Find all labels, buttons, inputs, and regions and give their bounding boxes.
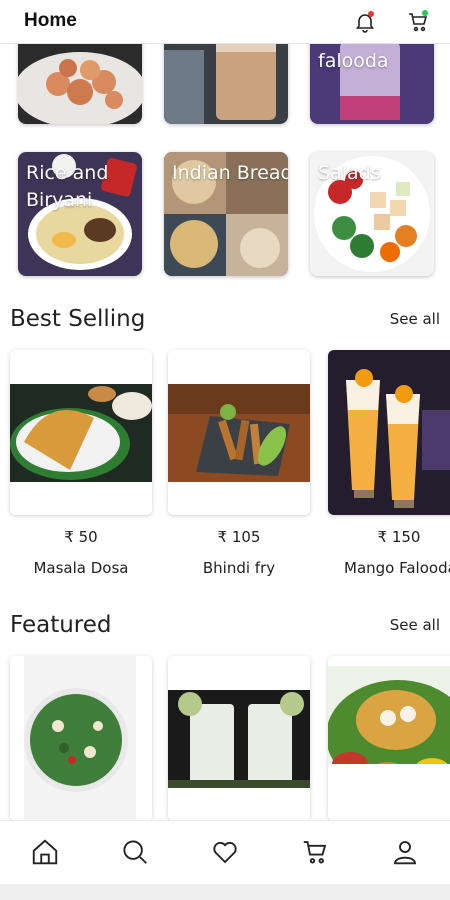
featured-title: Featured <box>10 612 112 638</box>
masala-chai-image <box>164 44 288 124</box>
shrimp-plate-image <box>18 44 142 124</box>
top-app-bar: Home <box>0 0 450 44</box>
category-tile-shrimp[interactable] <box>18 44 142 124</box>
masala-dosa-image <box>10 384 152 482</box>
category-label: Indian Bread <box>172 162 288 184</box>
product-name: Masala Dosa <box>33 559 129 577</box>
product-card-masala-dosa[interactable] <box>10 350 152 515</box>
category-tile-salads[interactable]: Salads <box>310 152 434 276</box>
featured-card-kale-salad[interactable] <box>10 656 152 820</box>
nav-profile[interactable] <box>388 835 422 869</box>
product-price: ₹ 105 <box>217 528 261 546</box>
bottom-navigation <box>0 820 450 884</box>
product-card-bhindi-fry[interactable] <box>168 350 310 515</box>
bell-icon[interactable] <box>353 10 377 34</box>
cart-icon[interactable] <box>406 10 430 34</box>
product-name: Bhindi fry <box>202 559 276 577</box>
category-tile-rice-biryani[interactable]: Rice and Biryani <box>18 152 142 276</box>
category-tile-indian-bread[interactable]: Indian Bread <box>164 152 288 276</box>
category-label: Salads <box>318 162 381 184</box>
bhindi-fry-image <box>168 384 310 482</box>
thali-platter-image <box>328 666 450 764</box>
best-selling-see-all-link[interactable]: See all <box>390 310 440 328</box>
category-label: falooda <box>318 50 389 72</box>
page-title: Home <box>24 10 77 31</box>
mango-falooda-image <box>328 350 450 515</box>
product-price: ₹ 50 <box>64 528 98 546</box>
home-content[interactable]: falooda Rice and Biryani Indian Bread Sa… <box>0 44 450 820</box>
home-icon <box>32 839 58 865</box>
featured-see-all-link[interactable]: See all <box>390 616 440 634</box>
category-tile-chai[interactable] <box>164 44 288 124</box>
category-tile-falooda[interactable]: falooda <box>310 44 434 124</box>
cart-icon <box>303 841 327 864</box>
featured-card-thali[interactable] <box>328 656 450 820</box>
featured-card-lassi[interactable] <box>168 656 310 820</box>
nav-cart[interactable] <box>298 835 332 869</box>
nav-home[interactable] <box>28 835 62 869</box>
lassi-glasses-image <box>168 690 310 788</box>
best-selling-title: Best Selling <box>10 306 146 332</box>
category-label: Rice and Biryani <box>26 162 109 211</box>
heart-icon <box>213 841 237 864</box>
product-price: ₹ 150 <box>377 528 421 546</box>
notification-dot <box>368 11 374 17</box>
nav-search[interactable] <box>118 835 152 869</box>
system-navigation-bar <box>0 884 450 900</box>
product-name: Mango Falooda <box>344 559 450 577</box>
user-icon <box>394 841 416 865</box>
product-card-mango-falooda[interactable] <box>328 350 450 515</box>
nav-favorites[interactable] <box>208 835 242 869</box>
cart-status-dot <box>422 10 428 16</box>
kale-salad-image <box>10 656 152 820</box>
search-icon <box>123 840 147 864</box>
